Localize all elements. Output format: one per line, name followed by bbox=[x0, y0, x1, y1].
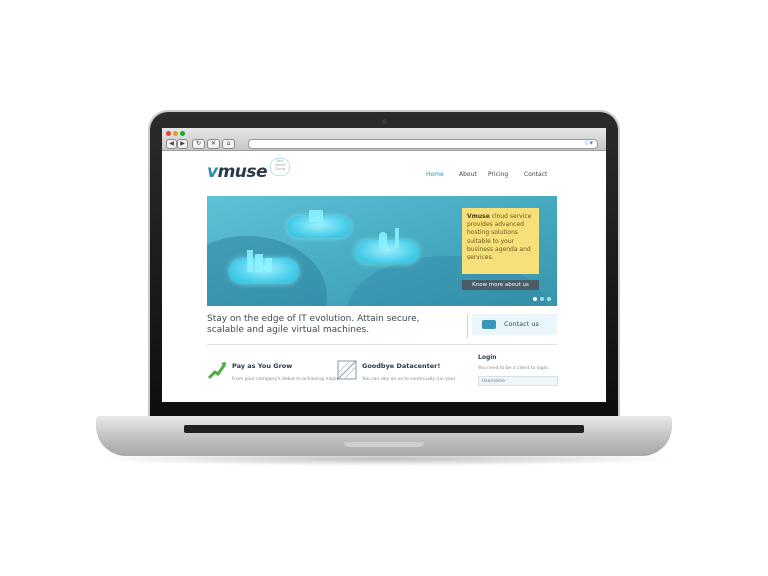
know-more-button[interactable]: Know more about us bbox=[462, 280, 539, 290]
building-icon bbox=[265, 258, 272, 272]
browser-window: ◀ ▶ ↻ ✕ ⌂ ☆▾ vmuse Your Smart Cloud Home… bbox=[162, 128, 606, 402]
feature-title: Goodbye Datacenter! bbox=[362, 362, 441, 370]
feature-text: From your company's debut to achieving m… bbox=[232, 377, 339, 382]
bookmark-star-icon[interactable]: ☆▾ bbox=[583, 139, 593, 147]
callout-text: cloud service provides advanced hosting … bbox=[467, 213, 532, 262]
cloud-city-illustration bbox=[229, 258, 299, 284]
slider-dot-3[interactable] bbox=[547, 297, 551, 301]
callout-brand: Vmuse bbox=[467, 213, 490, 220]
feature-text: You can rely on us to continually run yo… bbox=[362, 377, 456, 382]
maximize-window-button[interactable] bbox=[180, 131, 185, 136]
house-icon bbox=[309, 210, 323, 222]
hero-callout: Vmuse cloud service provides advanced ho… bbox=[462, 208, 539, 274]
nav-about[interactable]: About bbox=[459, 171, 477, 178]
divider bbox=[207, 344, 557, 345]
cloud-town-illustration bbox=[355, 240, 419, 264]
keyboard-edge bbox=[184, 425, 584, 433]
logo-text: muse bbox=[217, 162, 268, 182]
feature-title: Pay as You Grow bbox=[232, 362, 293, 370]
laptop-base bbox=[96, 416, 672, 456]
contact-us-label: Contact us bbox=[504, 320, 539, 328]
login-hint: You need to be a client to login. bbox=[478, 366, 550, 371]
slider-dot-2[interactable] bbox=[540, 297, 544, 301]
hero-slider: Vmuse cloud service provides advanced ho… bbox=[207, 196, 557, 306]
reload-icon[interactable]: ↻ bbox=[192, 139, 205, 149]
login-title: Login bbox=[478, 354, 497, 361]
logo-prefix: v bbox=[207, 162, 218, 182]
nav-home[interactable]: Home bbox=[426, 171, 444, 178]
logo-cloud-mark: Your Smart Cloud bbox=[270, 158, 290, 176]
browser-toolbar: ◀ ▶ ↻ ✕ ⌂ ☆▾ bbox=[162, 128, 606, 151]
username-field[interactable]: Username bbox=[478, 376, 558, 386]
minimize-window-button[interactable] bbox=[173, 131, 178, 136]
back-button[interactable]: ◀ bbox=[166, 139, 177, 149]
home-icon[interactable]: ⌂ bbox=[222, 139, 235, 149]
forward-button[interactable]: ▶ bbox=[177, 139, 188, 149]
address-bar[interactable]: ☆▾ bbox=[248, 139, 598, 149]
stop-icon[interactable]: ✕ bbox=[207, 139, 220, 149]
building-icon bbox=[255, 254, 263, 272]
nav-contact[interactable]: Contact bbox=[524, 171, 547, 178]
building-icon bbox=[247, 250, 253, 272]
trackpad-notch bbox=[344, 442, 424, 447]
nav-pricing[interactable]: Pricing bbox=[488, 171, 508, 178]
slider-dot-1[interactable] bbox=[533, 297, 537, 301]
page-tagline: Stay on the edge of IT evolution. Attain… bbox=[207, 314, 420, 335]
site-logo[interactable]: vmuse bbox=[207, 162, 268, 182]
datacenter-grid-icon bbox=[337, 360, 357, 380]
growth-arrow-icon bbox=[207, 362, 227, 380]
divider bbox=[467, 314, 468, 338]
person-icon bbox=[379, 232, 387, 248]
chat-bubble-icon bbox=[482, 320, 496, 329]
close-window-button[interactable] bbox=[166, 131, 171, 136]
contact-us-button[interactable]: Contact us bbox=[472, 314, 557, 335]
laptop-screen-bezel: ◀ ▶ ↻ ✕ ⌂ ☆▾ vmuse Your Smart Cloud Home… bbox=[150, 112, 618, 426]
camera-icon bbox=[382, 119, 387, 124]
tower-icon bbox=[395, 228, 399, 248]
